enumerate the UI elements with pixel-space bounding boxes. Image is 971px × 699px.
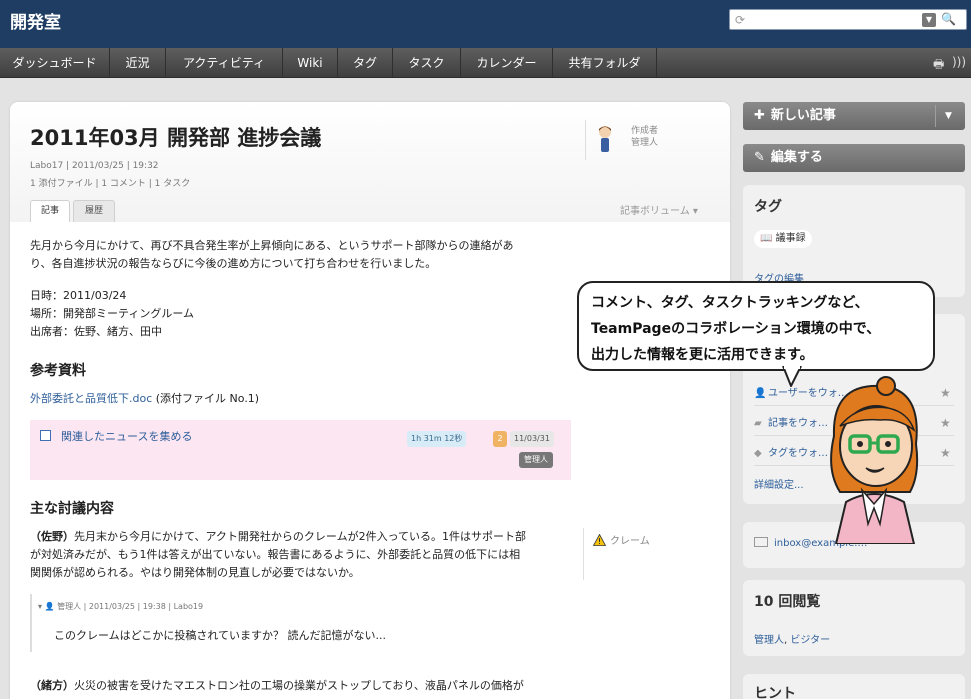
app-title: 開発室 — [10, 13, 61, 33]
attachment-note: (添付ファイル No.1) — [152, 392, 260, 405]
callout-bubble: コメント、タグ、タスクトラッキングなど、 TeamPageのコラボレーション環境… — [577, 281, 935, 371]
nav-calendar[interactable]: カレンダー — [461, 48, 553, 78]
article-meta: Labo17 | 2011/03/25 | 19:32 — [30, 161, 159, 171]
task-count-badge: 2 — [493, 431, 507, 447]
top-bar: 開発室 ⟳ ▼ 🔍 — [0, 0, 971, 48]
tag-chip-label: 議事録 — [775, 233, 806, 244]
tag-icon: ◆ — [754, 448, 762, 459]
callout-tail — [782, 366, 802, 387]
nav-activity[interactable]: アクティビティ — [166, 48, 283, 78]
divider — [583, 528, 584, 580]
divider — [935, 105, 936, 127]
para2-text: 火災の被害を受けたマエストロン社の工場の操業がストップしており、液晶パネルの価格… — [74, 679, 524, 692]
speaker-label: （佐野） — [30, 530, 74, 543]
author-avatar[interactable] — [597, 124, 613, 154]
viewer-separator: , — [784, 635, 788, 646]
tab-article[interactable]: 記事 — [30, 200, 70, 222]
speaker-label: （緒方） — [30, 679, 74, 692]
claim-tag-label: クレーム — [610, 536, 650, 547]
claim-tag[interactable]: クレーム — [593, 532, 650, 547]
views-heading: 10 回閲覧 — [754, 594, 821, 610]
attendees-line: 出席者：佐野、緒方、田中 — [30, 325, 162, 338]
new-post-label: 新しい記事 — [770, 108, 836, 123]
chevron-down-icon[interactable]: ▼ — [922, 13, 936, 27]
nav-tasks[interactable]: タスク — [393, 48, 461, 78]
attachment-link[interactable]: 外部委託と品質低下.doc — [30, 392, 152, 405]
article-title: 2011年03月 開発部 進捗会議 — [30, 126, 322, 150]
star-icon[interactable]: ★ — [940, 386, 951, 400]
search-icon[interactable]: 🔍 — [941, 12, 956, 26]
task-label[interactable]: 関連したニュースを集める — [61, 428, 192, 444]
para1-line-1: （佐野）先月末から今月にかけて、アクト開発社からのクレームが2件入っている。1件… — [30, 528, 526, 546]
book-icon: 📖 — [760, 233, 773, 244]
nav-shared-folder[interactable]: 共有フォルダ — [553, 48, 657, 78]
comment-meta: ▾ 👤 管理人 | 2011/03/25 | 19:38 | Labo19 — [38, 601, 203, 612]
nav-tags[interactable]: タグ — [338, 48, 393, 78]
article-card: 2011年03月 開発部 進捗会議 Labo17 | 2011/03/25 | … — [10, 102, 730, 699]
intro-line-2: り、各自進捗状況の報告ならびに今後の進め方について打ち合わせを行いました。 — [30, 257, 437, 270]
viewer-list: 管理人, ビジター — [754, 631, 830, 646]
pencil-icon: ✎ — [754, 150, 765, 165]
chevron-down-icon[interactable]: ▾ — [38, 602, 42, 611]
references-heading: 参考資料 — [30, 363, 86, 379]
para2-line: （緒方）火災の被害を受けたマエストロン社の工場の操業がストップしており、液晶パネ… — [30, 677, 524, 695]
para1-line-2: が対処済みだが、もう1件は答えが出ていない。報告書にあるように、外部委託と品質の… — [30, 548, 521, 561]
comment-text: このクレームはどこかに投稿されていますか？ 読んだ記憶がない... — [54, 629, 386, 642]
nav-recent[interactable]: 近況 — [110, 48, 166, 78]
task-time-badge: 1h 31m 12秒 — [407, 431, 467, 447]
comment-avatar: 👤 — [44, 602, 55, 611]
mascot-character — [830, 376, 919, 544]
print-icon[interactable]: 🖶 — [933, 55, 944, 76]
task-checkbox[interactable] — [40, 430, 51, 441]
tag-chip[interactable]: 📖 議事録 — [754, 230, 812, 248]
comment-icon: ▰ — [754, 418, 762, 429]
viewer-link[interactable]: ビジター — [790, 635, 830, 646]
tab-history[interactable]: 履歴 — [73, 200, 115, 222]
article-counts[interactable]: 1 添付ファイル | 1 コメント | 1 タスク — [30, 176, 190, 189]
place-line: 場所：開発部ミーティングルーム — [30, 307, 195, 320]
star-icon[interactable]: ★ — [940, 416, 951, 430]
star-icon[interactable]: ★ — [940, 446, 951, 460]
tags-heading: タグ — [754, 199, 782, 215]
article-header: 2011年03月 開発部 進捗会議 Labo17 | 2011/03/25 | … — [10, 102, 730, 222]
loading-icon: ⟳ — [735, 13, 746, 27]
nav-wiki[interactable]: Wiki — [283, 48, 338, 78]
edit-label: 編集する — [770, 150, 823, 165]
para1-line-3: 関関係が認められる。やはり開発体制の見直しが必要ではないか。 — [30, 566, 360, 579]
nav-dashboard[interactable]: ダッシュボード — [0, 48, 110, 78]
article-volume-menu[interactable]: 記事ボリューム ▾ — [620, 202, 698, 217]
user-icon: 👤 — [754, 388, 767, 399]
warning-icon — [593, 534, 606, 546]
attachment-line: 外部委託と品質低下.doc (添付ファイル No.1) — [30, 390, 259, 408]
task-owner-badge[interactable]: 管理人 — [519, 452, 553, 468]
task-due-badge: 11/03/31 — [510, 431, 554, 447]
main-nav: ダッシュボード 近況 アクティビティ Wiki タグ タスク カレンダー 共有フ… — [0, 48, 971, 78]
edit-button[interactable]: ✎ 編集する — [743, 144, 965, 172]
rss-icon[interactable]: ))) — [952, 55, 966, 69]
discussion-heading: 主な討議内容 — [30, 501, 114, 517]
plus-icon: ✚ — [754, 108, 765, 123]
date-line: 日時：2011/03/24 — [30, 289, 127, 302]
detail-settings-link[interactable]: 詳細設定... — [754, 476, 804, 491]
para1-text: 先月末から今月にかけて、アクト開発社からのクレームが2件入っている。1件はサポー… — [74, 530, 527, 543]
hint-panel: ヒント — [743, 674, 965, 699]
task-item: 関連したニュースを集める 1h 31m 12秒 2 11/03/31 管理人 — [30, 420, 571, 480]
intro-line-1: 先月から今月にかけて、再び不具合発生率が上昇傾向にある、というサポート部隊からの… — [30, 239, 514, 252]
new-post-button[interactable]: ✚ 新しい記事 ▼ — [743, 102, 965, 130]
divider — [585, 120, 586, 160]
callout-line-2: TeamPageのコラボレーション環境の中で、 — [591, 321, 881, 337]
chevron-down-icon[interactable]: ▼ — [945, 102, 952, 130]
callout-line-3: 出力した情報を更に活用できます。 — [591, 347, 814, 363]
mail-icon — [754, 537, 768, 547]
views-panel: 10 回閲覧 管理人, ビジター — [743, 580, 965, 656]
author-name[interactable]: 管理人 — [631, 135, 658, 148]
callout-line-1: コメント、タグ、タスクトラッキングなど、 — [591, 295, 869, 311]
search-input[interactable]: ⟳ ▼ 🔍 — [729, 9, 967, 30]
hint-heading: ヒント — [754, 686, 796, 699]
viewer-link[interactable]: 管理人 — [754, 635, 784, 646]
comment-meta-text: 管理人 | 2011/03/25 | 19:38 | Labo19 — [57, 602, 204, 611]
comment: ▾ 👤 管理人 | 2011/03/25 | 19:38 | Labo19 この… — [30, 594, 571, 652]
